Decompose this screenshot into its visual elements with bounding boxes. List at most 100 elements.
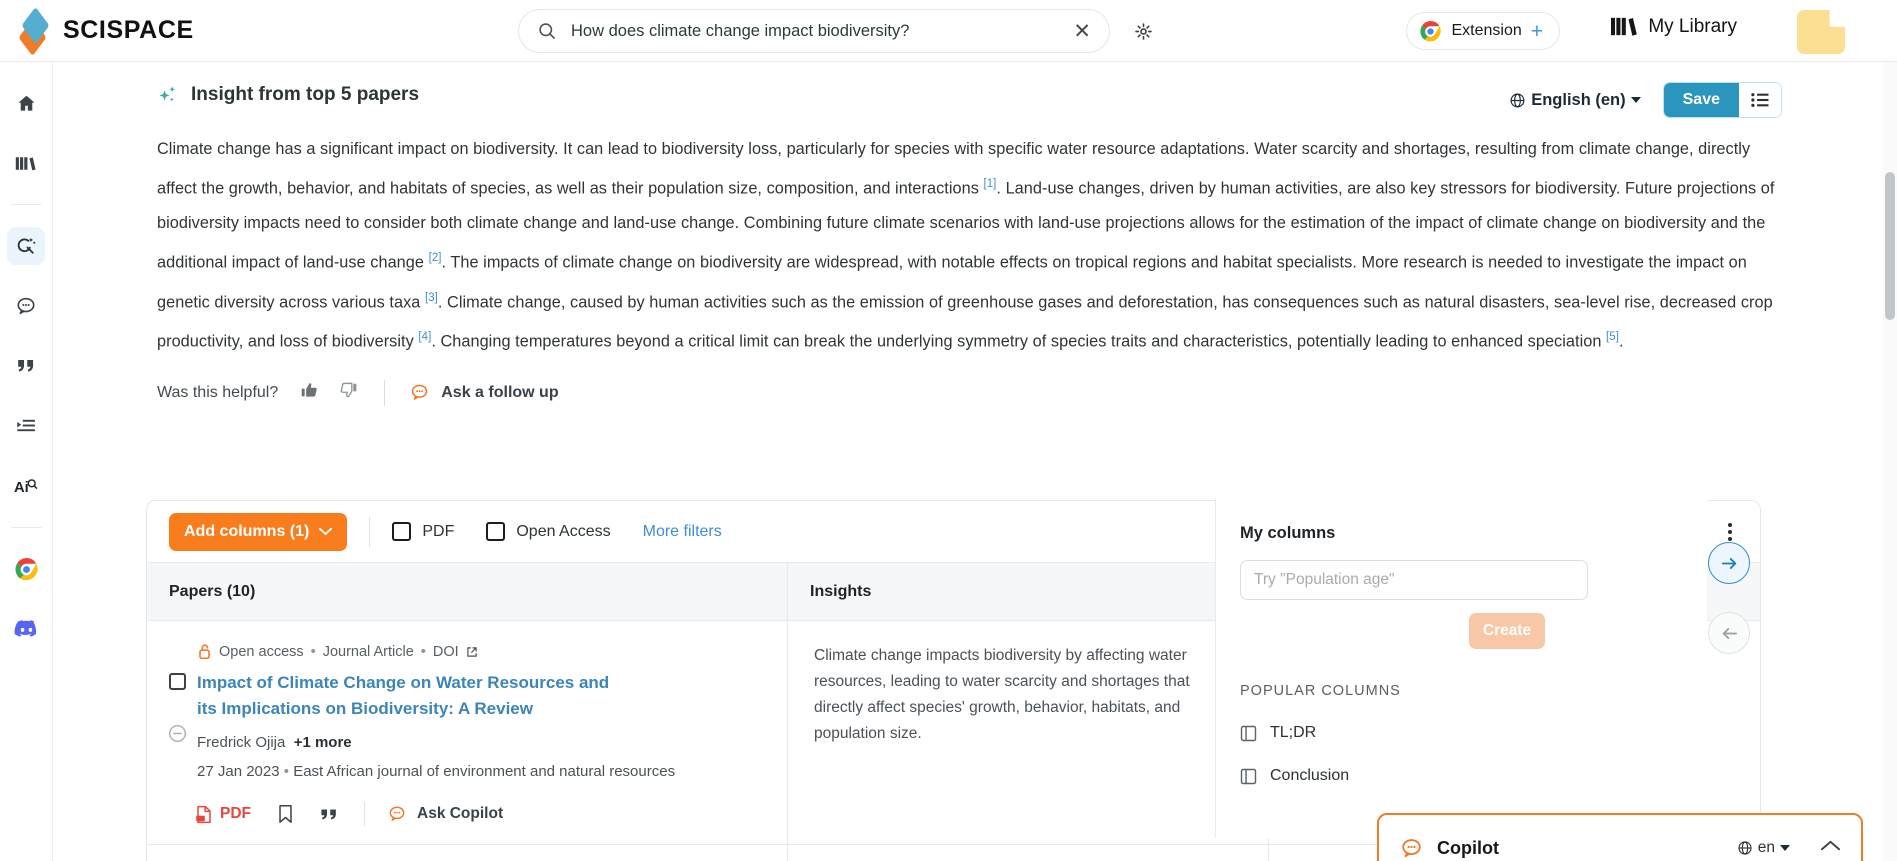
logo-text: SCISPACE <box>63 16 194 44</box>
my-library-button[interactable]: My Library <box>1610 14 1737 39</box>
ask-copilot-button[interactable]: Ask Copilot <box>387 804 503 824</box>
copilot-expand-button[interactable] <box>1820 839 1841 858</box>
popular-column-tldr[interactable]: TL;DR <box>1240 724 1683 742</box>
author-name[interactable]: Fredrick Ojija <box>197 734 285 751</box>
insight-title: Insight from top 5 papers <box>191 84 420 105</box>
sidebar-item-library[interactable] <box>7 144 45 182</box>
search-input[interactable] <box>571 21 1060 41</box>
row-collapse-icon[interactable] <box>168 724 187 748</box>
citation-link[interactable]: [5] <box>1606 331 1619 343</box>
home-icon <box>17 95 35 111</box>
extension-button[interactable]: Extension + <box>1406 12 1560 50</box>
chevron-down-icon <box>319 527 333 536</box>
doi-link[interactable]: DOI <box>433 644 459 660</box>
add-columns-button[interactable]: Add columns (1) <box>169 512 348 551</box>
copilot-dock[interactable]: Copilot en <box>1377 813 1863 861</box>
search-settings-button[interactable] <box>1122 10 1164 52</box>
pdf-checkbox[interactable] <box>392 522 412 541</box>
my-library-label: My Library <box>1648 15 1737 37</box>
sidebar-item-home[interactable] <box>7 84 45 122</box>
sidebar-item-discord[interactable] <box>7 610 45 648</box>
paper-meta: Open access • Journal Article • DOI <box>197 643 767 660</box>
globe-icon <box>1738 841 1752 855</box>
scispace-logo-icon <box>18 6 52 56</box>
chevron-up-icon <box>1820 840 1841 850</box>
sparkle-icon <box>159 86 176 102</box>
sidebar-item-chrome[interactable] <box>7 550 45 588</box>
citation-link[interactable]: [4] <box>418 331 431 343</box>
thumbs-up-glyph <box>301 383 317 397</box>
citation-link[interactable]: [1] <box>983 178 996 190</box>
pdf-file-icon <box>196 805 211 823</box>
pdf-label: PDF <box>422 522 455 540</box>
meta-separator: • <box>420 643 426 660</box>
cite-button[interactable] <box>320 807 338 822</box>
more-filters-link[interactable]: More filters <box>643 523 722 541</box>
column-header-papers[interactable]: Papers (10) <box>147 563 788 620</box>
pdf-label: PDF <box>220 805 251 822</box>
my-columns-title: My columns <box>1240 524 1336 542</box>
bookmark-button[interactable] <box>277 804 294 824</box>
tune-icon <box>1134 22 1152 40</box>
paper-title-link[interactable]: Impact of Climate Change on Water Resour… <box>197 670 627 722</box>
search-bar[interactable]: ✕ <box>518 9 1110 53</box>
clear-search-icon[interactable]: ✕ <box>1073 21 1091 42</box>
save-button[interactable]: Save <box>1663 83 1739 117</box>
sidebar-item-chat[interactable] <box>7 287 45 325</box>
save-list-button[interactable] <box>1739 83 1781 117</box>
thumbs-up-icon[interactable] <box>300 380 320 405</box>
citation-link[interactable]: [2] <box>429 252 442 264</box>
column-name-input[interactable] <box>1254 571 1574 589</box>
chevron-down-icon <box>1630 97 1641 103</box>
quote-icon <box>321 808 336 819</box>
more-authors[interactable]: +1 more <box>294 734 352 751</box>
panel-prev-button[interactable] <box>1708 612 1750 654</box>
sidebar-divider <box>10 527 42 528</box>
external-link-icon[interactable] <box>466 646 478 658</box>
actions-divider <box>364 802 365 826</box>
sidebar-item-paraphraser[interactable] <box>7 407 45 445</box>
minus-circle-icon <box>168 724 187 743</box>
ai-search-icon <box>17 237 36 254</box>
pdf-button[interactable]: PDF <box>195 805 251 824</box>
bookmark-icon <box>279 805 292 823</box>
insight-cell: Climate change impacts biodiversity by a… <box>788 845 1269 861</box>
plus-icon[interactable]: + <box>1531 21 1543 42</box>
globe-icon <box>1510 93 1525 107</box>
column-header-insights[interactable]: Insights <box>788 563 1269 620</box>
sidebar-item-ai-detector[interactable]: Ai <box>7 467 45 505</box>
citation-link[interactable]: [3] <box>425 292 438 304</box>
thumbs-down-icon[interactable] <box>338 380 358 405</box>
ask-follow-up-label: Ask a follow up <box>441 383 559 401</box>
app-logo[interactable]: SCISPACE <box>18 6 248 56</box>
user-avatar[interactable] <box>1797 10 1845 54</box>
language-selector[interactable]: English (en) <box>1509 91 1641 110</box>
sidebar-item-citation[interactable] <box>7 347 45 385</box>
popular-column-conclusion[interactable]: Conclusion <box>1240 767 1683 785</box>
copilot-language-selector[interactable]: en <box>1737 839 1790 857</box>
save-group: Save <box>1662 82 1782 118</box>
arrow-left-icon <box>1722 627 1737 639</box>
insight-cell: Climate change impacts biodiversity by a… <box>788 621 1269 844</box>
copilot-language-label: en <box>1757 839 1775 856</box>
filter-open-access[interactable]: Open Access <box>486 522 611 541</box>
sidebar-item-ai-search[interactable] <box>7 227 45 265</box>
copilot-chat-icon <box>389 806 405 821</box>
panel-next-button[interactable] <box>1708 542 1750 584</box>
ask-follow-up-button[interactable]: Ask a follow up <box>409 382 559 403</box>
feedback-row: Was this helpful? Ask a follow up <box>157 379 1897 406</box>
filter-pdf[interactable]: PDF <box>392 522 454 541</box>
scrollbar-thumb[interactable] <box>1885 172 1895 320</box>
insight-paragraph: Climate change has a significant impact … <box>157 140 1775 351</box>
copilot-controls: en <box>1737 839 1841 858</box>
feedback-divider <box>384 379 386 406</box>
row-checkbox[interactable] <box>169 673 186 690</box>
create-column-button[interactable]: Create <box>1469 613 1545 649</box>
left-sidebar: Ai <box>0 62 53 861</box>
column-name-field[interactable] <box>1240 560 1588 600</box>
page-scrollbar[interactable] <box>1883 62 1897 861</box>
open-access-checkbox[interactable] <box>486 522 506 541</box>
popular-column-label: Conclusion <box>1270 767 1350 784</box>
dot <box>1728 522 1732 527</box>
dot <box>1728 529 1732 534</box>
